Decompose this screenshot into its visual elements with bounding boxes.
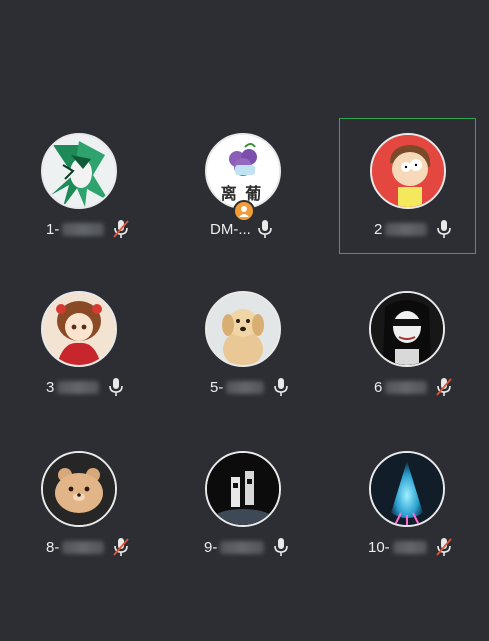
name-redaction: [226, 380, 265, 394]
avatar[interactable]: [370, 133, 446, 209]
name-redaction: [62, 540, 105, 554]
participant-tile-7[interactable]: 8-: [0, 436, 160, 586]
name-redaction: [385, 222, 428, 236]
golden-puppy-avatar-icon: [207, 293, 279, 365]
masked-girl-avatar-icon: [371, 293, 443, 365]
participant-name: 6: [374, 378, 383, 396]
avatar[interactable]: [41, 291, 117, 367]
participant-label: 5-: [210, 376, 289, 398]
participant-tile-1[interactable]: 1-: [0, 118, 160, 268]
participant-name: 3: [46, 378, 55, 396]
name-redaction: [62, 222, 105, 236]
participant-tile-9[interactable]: 10-: [328, 436, 488, 586]
avatar[interactable]: [205, 451, 281, 527]
participant-tile-3-active-speaker[interactable]: 2: [339, 118, 476, 254]
cartoon-boy-avatar-icon: [372, 135, 444, 207]
participant-name: 2: [374, 220, 383, 238]
participant-name: 9-: [204, 538, 218, 556]
mic-muted-icon[interactable]: [113, 219, 130, 239]
avatar[interactable]: [205, 291, 281, 367]
mic-muted-icon[interactable]: [113, 537, 130, 557]
participant-name: 10-: [368, 538, 390, 556]
avatar[interactable]: [369, 451, 445, 527]
participant-grid: 1- 离 葡 DM-... 2 3 5- 6 8- 9- 10-: [0, 0, 489, 641]
mic-icon[interactable]: [108, 377, 124, 397]
participant-label: 10-: [368, 536, 452, 558]
participant-label: 9-: [204, 536, 289, 558]
participant-tile-8[interactable]: 9-: [164, 436, 324, 586]
participant-tile-4[interactable]: 3: [0, 276, 160, 426]
avatar[interactable]: [41, 133, 117, 209]
mic-icon[interactable]: [273, 537, 289, 557]
name-redaction: [392, 540, 427, 554]
participant-tile-5[interactable]: 5-: [164, 276, 324, 426]
participant-tile-6[interactable]: 6: [328, 276, 488, 426]
participant-label: DM-...: [210, 218, 273, 240]
dark-figure-avatar-icon: [207, 453, 279, 525]
mic-icon[interactable]: [257, 219, 273, 239]
avatar[interactable]: [41, 451, 117, 527]
name-redaction: [385, 380, 428, 394]
participant-label: 8-: [46, 536, 130, 558]
bear-avatar-icon: [43, 453, 115, 525]
mic-muted-icon[interactable]: [436, 377, 453, 397]
participant-label: 2: [374, 218, 452, 240]
participant-label: 1-: [46, 218, 130, 240]
name-redaction: [220, 540, 265, 554]
mic-icon[interactable]: [436, 219, 452, 239]
participant-name: 1-: [46, 220, 60, 238]
mic-icon[interactable]: [273, 377, 289, 397]
avatar[interactable]: [369, 291, 445, 367]
participant-tile-2[interactable]: 离 葡 DM-...: [164, 118, 324, 268]
participant-name: 5-: [210, 378, 224, 396]
participant-label: 6: [374, 376, 453, 398]
participant-label: 3: [46, 376, 124, 398]
participant-name: DM-...: [210, 220, 251, 238]
name-redaction: [57, 380, 100, 394]
glow-fish-avatar-icon: [371, 453, 443, 525]
mic-muted-icon[interactable]: [436, 537, 452, 557]
green-haired-anime-avatar-icon: [43, 135, 115, 207]
participant-name: 8-: [46, 538, 60, 556]
red-dress-girl-avatar-icon: [43, 293, 115, 365]
